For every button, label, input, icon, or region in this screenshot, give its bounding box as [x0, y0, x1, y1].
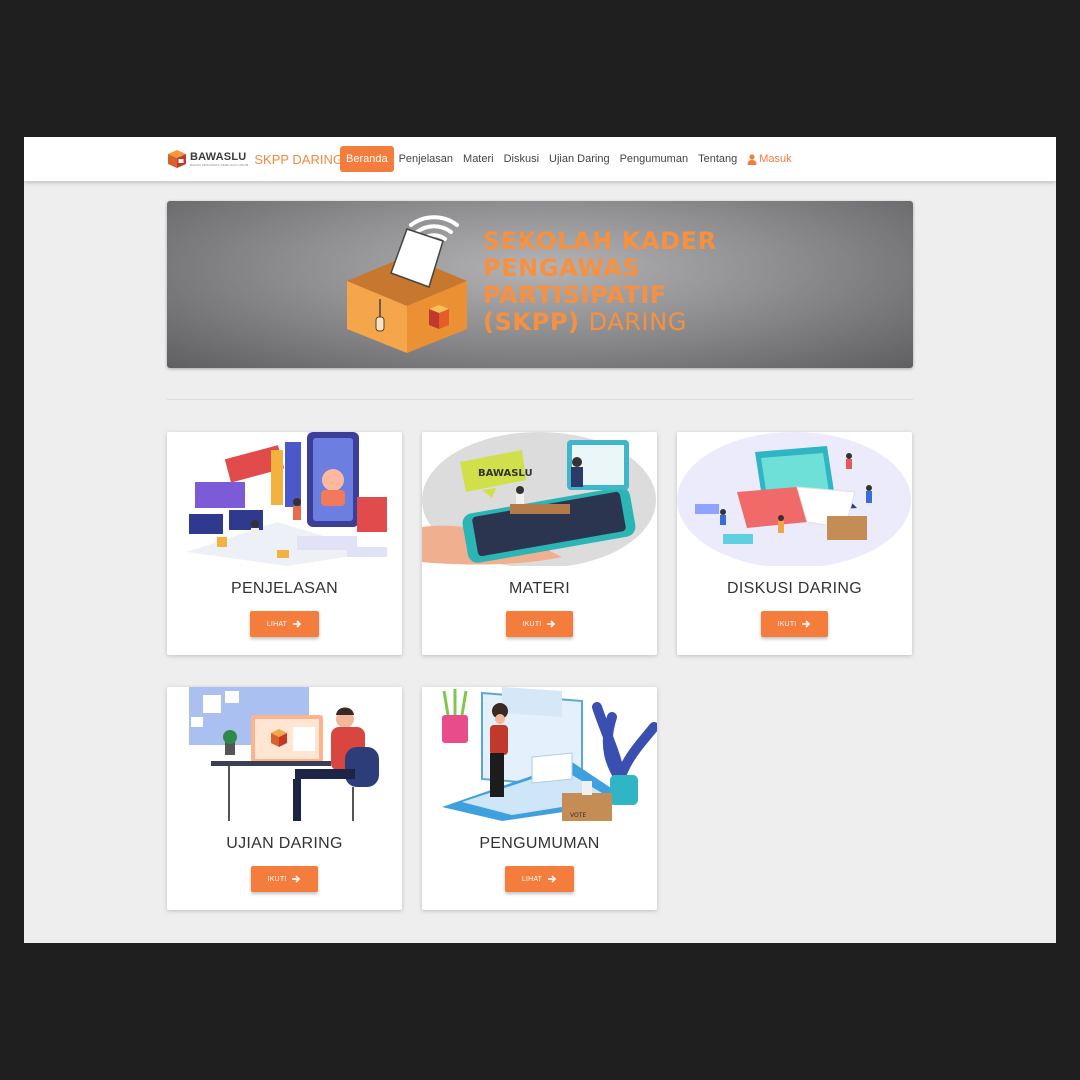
user-icon [747, 153, 757, 165]
login-label: Masuk [759, 153, 792, 165]
nav-item-penjelasan[interactable]: Penjelasan [394, 146, 458, 172]
nav-item-tentang[interactable]: Tentang [693, 146, 742, 172]
card-materi: BAWASLU MATERI IKUTI [422, 432, 657, 655]
bawaslu-logo-icon [168, 150, 186, 168]
brand[interactable]: BAWASLU BADAN PENGAWAS PEMILIHAN UMUM SK… [167, 148, 343, 170]
card-title: DISKUSI DARING [727, 580, 862, 597]
hero-line-4-thin: DARING [588, 308, 687, 336]
card-title: UJIAN DARING [226, 835, 343, 852]
arrow-right-icon [547, 620, 556, 628]
diskusi-illustration [677, 432, 912, 566]
arrow-right-icon [293, 620, 302, 628]
vote-box-text: VOTE [570, 812, 586, 819]
card-diskusi-daring: DISKUSI DARING IKUTI [677, 432, 912, 655]
nav-item-login[interactable]: Masuk [742, 146, 796, 172]
hero-banner: SEKOLAH KADER PENGAWAS PARTISIPATIF (SKP… [167, 201, 913, 368]
main-nav: Beranda Penjelasan Materi Diskusi Ujian … [340, 146, 797, 172]
top-navbar: BAWASLU BADAN PENGAWAS PEMILIHAN UMUM SK… [24, 137, 1056, 181]
nav-item-beranda[interactable]: Beranda [340, 146, 394, 172]
arrow-right-icon [292, 875, 301, 883]
hero-line-1: SEKOLAH KADER [483, 227, 717, 255]
nav-item-ujian-daring[interactable]: Ujian Daring [544, 146, 615, 172]
button-label: LIHAT [521, 875, 543, 883]
hero-line-2: PENGAWAS [483, 254, 641, 282]
card-pengumuman: VOTE PENGUMUMAN LIHAT [422, 687, 657, 910]
button-label: IKUTI [777, 620, 797, 628]
brand-app-name: SKPP DARING [254, 151, 343, 167]
hero-line-3: PARTISIPATIF [483, 281, 667, 309]
button-label: LIHAT [266, 620, 288, 628]
button-label: IKUTI [267, 875, 287, 883]
arrow-right-icon [802, 620, 811, 628]
browser-viewport: BAWASLU BADAN PENGAWAS PEMILIHAN UMUM SK… [24, 137, 1056, 943]
ikuti-button[interactable]: IKUTI [251, 866, 318, 892]
ujian-illustration [167, 687, 402, 821]
brand-tagline: BADAN PENGAWAS PEMILIHAN UMUM [190, 162, 249, 167]
nav-item-pengumuman[interactable]: Pengumuman [615, 146, 694, 172]
hero-title: SEKOLAH KADER PENGAWAS PARTISIPATIF (SKP… [483, 228, 803, 336]
lihat-button[interactable]: LIHAT [505, 866, 574, 892]
nav-item-materi[interactable]: Materi [458, 146, 499, 172]
card-penjelasan: PENJELASAN LIHAT [167, 432, 402, 655]
ikuti-button[interactable]: IKUTI [506, 611, 573, 637]
arrow-right-icon [548, 875, 557, 883]
nav-item-diskusi[interactable]: Diskusi [499, 146, 544, 172]
section-divider [167, 399, 913, 400]
hero-line-4-bold: (SKPP) [483, 308, 580, 336]
pengumuman-illustration: VOTE [422, 687, 657, 821]
penjelasan-illustration [167, 432, 402, 566]
lihat-button[interactable]: LIHAT [250, 611, 319, 637]
card-title: PENGUMUMAN [479, 835, 600, 852]
bawaslu-badge-text: BAWASLU [478, 468, 533, 479]
card-title: PENJELASAN [230, 580, 339, 597]
ikuti-button[interactable]: IKUTI [761, 611, 828, 637]
button-label: IKUTI [522, 620, 542, 628]
brand-name: BAWASLU [190, 150, 247, 163]
card-title: MATERI [508, 580, 571, 597]
card-ujian-daring: UJIAN DARING IKUTI [167, 687, 402, 910]
materi-illustration: BAWASLU [422, 432, 657, 566]
